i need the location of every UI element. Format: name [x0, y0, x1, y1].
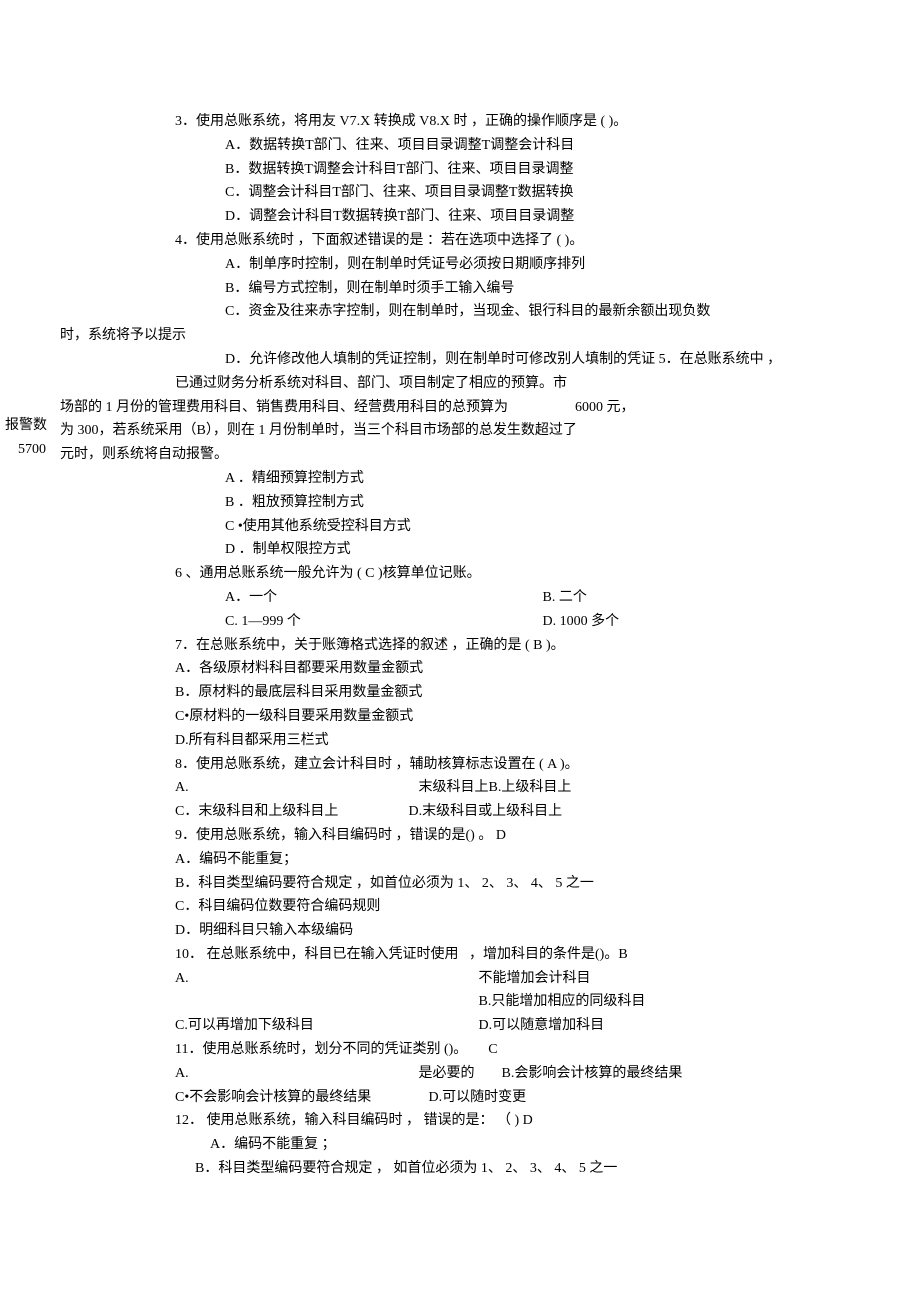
q10-options-row1: A. 不能增加会计科目	[175, 967, 860, 991]
q11-options-row2: C•不会影响会计核算的最终结果 D.可以随时变更	[175, 1086, 860, 1110]
content-area: 3．使用总账系统，将用友 V7.X 转换成 V8.X 时 ，正确的操作顺序是 (…	[130, 110, 860, 1181]
q10-options-row1b: B.只能增加相应的同级科目	[175, 990, 860, 1014]
q8-options-row2: C．末级科目和上级科目上 D.末级科目或上级科目上	[175, 800, 860, 824]
q11-option-a-text: 是必要的	[419, 1066, 475, 1081]
q3-option-c: C．调整会计科目T部门、往来、项目目录调整T数据转换	[225, 181, 860, 205]
q3-stem: 3．使用总账系统，将用友 V7.X 转换成 V8.X 时 ，正确的操作顺序是 (…	[175, 110, 860, 134]
q5-option-c: C •使用其他系统受控科目方式	[225, 515, 860, 539]
q4-option-b: B．编号方式控制，则在制单时须手工输入编号	[225, 277, 860, 301]
q6-option-a: A．一个	[225, 586, 543, 610]
q8-option-b: B.上级科目上	[489, 780, 572, 795]
q8-options-row1: A. 末级科目上B.上级科目上	[175, 776, 860, 800]
q7-option-c: C•原材料的一级科目要采用数量金额式	[175, 705, 860, 729]
q5-line2: 场部的 1 月份的管理费用科目、销售费用科目、经营费用科目的总预算为 6000 …	[60, 396, 860, 420]
q12-stem: 12． 使用总账系统，输入科目编码时 ， 错误的是： （ ) D	[175, 1109, 860, 1133]
q11-option-c: C•不会影响会计核算的最终结果	[175, 1086, 425, 1110]
q10-options-row2: C.可以再增加下级科目 D.可以随意增加科目	[175, 1014, 860, 1038]
q9-stem: 9．使用总账系统，输入科目编码时 ，错误的是() 。 D	[175, 824, 860, 848]
q8-option-c: C．末级科目和上级科目上	[175, 800, 405, 824]
q4-option-c: C．资金及往来赤字控制，则在制单时，当现金、银行科目的最新余额出现负数	[225, 300, 860, 324]
q3-option-d: D．调整会计科目T数据转换T部门、往来、项目目录调整	[225, 205, 860, 229]
q5-option-b: B ．粗放预算控制方式	[225, 491, 860, 515]
q6-stem: 6 、通用总账系统一般允许为 ( C )核算单位记账。	[175, 562, 860, 586]
q6-option-d: D. 1000 多个	[543, 610, 861, 634]
q8-option-d: D.末级科目或上级科目上	[409, 804, 563, 819]
q5-line2-amount: 6000 元，	[575, 400, 635, 415]
q8-stem: 8．使用总账系统，建立会计科目时 ，辅助核算标志设置在 ( A )。	[175, 753, 860, 777]
q4-stem: 4．使用总账系统时 ，下面叙述错误的是 ：若在选项中选择了 ( )。	[175, 229, 860, 253]
q8-option-a-text: 末级科目上	[419, 780, 489, 795]
q6-options-row1: A．一个 B. 二个	[225, 586, 860, 610]
q3-option-a: A．数据转换T部门、往来、项目目录调整T调整会计科目	[225, 134, 860, 158]
q11-option-d: D.可以随时变更	[429, 1090, 527, 1105]
q12-option-b: B．科目类型编码要符合规定 ， 如首位必须为 1、 2、 3、 4、 5 之一	[195, 1157, 860, 1181]
q7-option-a: A．各级原材料科目都要采用数量金额式	[175, 657, 860, 681]
document-page: 3．使用总账系统，将用友 V7.X 转换成 V8.X 时 ，正确的操作顺序是 (…	[0, 0, 920, 1241]
q10-option-a-label: A.	[175, 967, 475, 991]
q5-option-d: D ．制单权限控方式	[225, 538, 860, 562]
q10-option-d: D.可以随意增加科目	[479, 1018, 605, 1033]
q10-stem: 10． 在总账系统中，科目已在输入凭证时使用 ，增加科目的条件是()。B	[175, 943, 860, 967]
q10-option-a-text: 不能增加会计科目	[479, 971, 591, 986]
q5-line3: 为 300，若系统采用（B），则在 1 月份制单时，当三个科目市场部的总发生数超…	[60, 419, 860, 443]
q5-option-a: A ．精细预算控制方式	[225, 467, 860, 491]
q8-option-a-label: A.	[175, 776, 415, 800]
q11-options-row1: A. 是必要的 B.会影响会计核算的最终结果	[175, 1062, 860, 1086]
q11-option-b: B.会影响会计核算的最终结果	[502, 1066, 683, 1081]
q9-option-c: C．科目编码位数要符合编码规则	[175, 895, 860, 919]
q5-line4: 元时，则系统将自动报警。	[60, 443, 860, 467]
q7-option-b: B．原材料的最底层科目采用数量金额式	[175, 681, 860, 705]
q3-option-b: B．数据转换T调整会计科目T部门、往来、项目目录调整	[225, 158, 860, 182]
q9-option-d: D．明细科目只输入本级编码	[175, 919, 860, 943]
q5-line1: 已通过财务分析系统对科目、部门、项目制定了相应的预算。市	[130, 372, 860, 396]
q11-option-a-label: A.	[175, 1062, 415, 1086]
q4-option-a: A．制单序时控制，则在制单时凭证号必须按日期顺序排列	[225, 253, 860, 277]
q5-line2-text: 场部的 1 月份的管理费用科目、销售费用科目、经营费用科目的总预算为	[60, 400, 508, 415]
q7-option-d: D.所有科目都采用三栏式	[175, 729, 860, 753]
q9-option-a: A．编码不能重复；	[175, 848, 860, 872]
q9-option-b: B．科目类型编码要符合规定 ，如首位必须为 1、 2、 3、 4、 5 之一	[175, 872, 860, 896]
q4-option-d: D．允许修改他人填制的凭证控制，则在制单时可修改别人填制的凭证 5．在总账系统中…	[225, 348, 860, 372]
q11-stem: 11．使用总账系统时，划分不同的凭证类别 ()。 C	[175, 1038, 860, 1062]
q4-option-c-continuation: 时，系统将予以提示	[60, 324, 860, 348]
q12-option-a: A．编码不能重复 ；	[210, 1133, 860, 1157]
q6-options-row2: C. 1—999 个 D. 1000 多个	[225, 610, 860, 634]
q6-option-c: C. 1—999 个	[225, 610, 543, 634]
q10-option-c: C.可以再增加下级科目	[175, 1014, 475, 1038]
q6-option-b: B. 二个	[543, 586, 861, 610]
q7-stem: 7．在总账系统中，关于账簿格式选择的叙述 ，正确的是 ( B )。	[175, 634, 860, 658]
q10-option-b: B.只能增加相应的同级科目	[479, 994, 646, 1009]
